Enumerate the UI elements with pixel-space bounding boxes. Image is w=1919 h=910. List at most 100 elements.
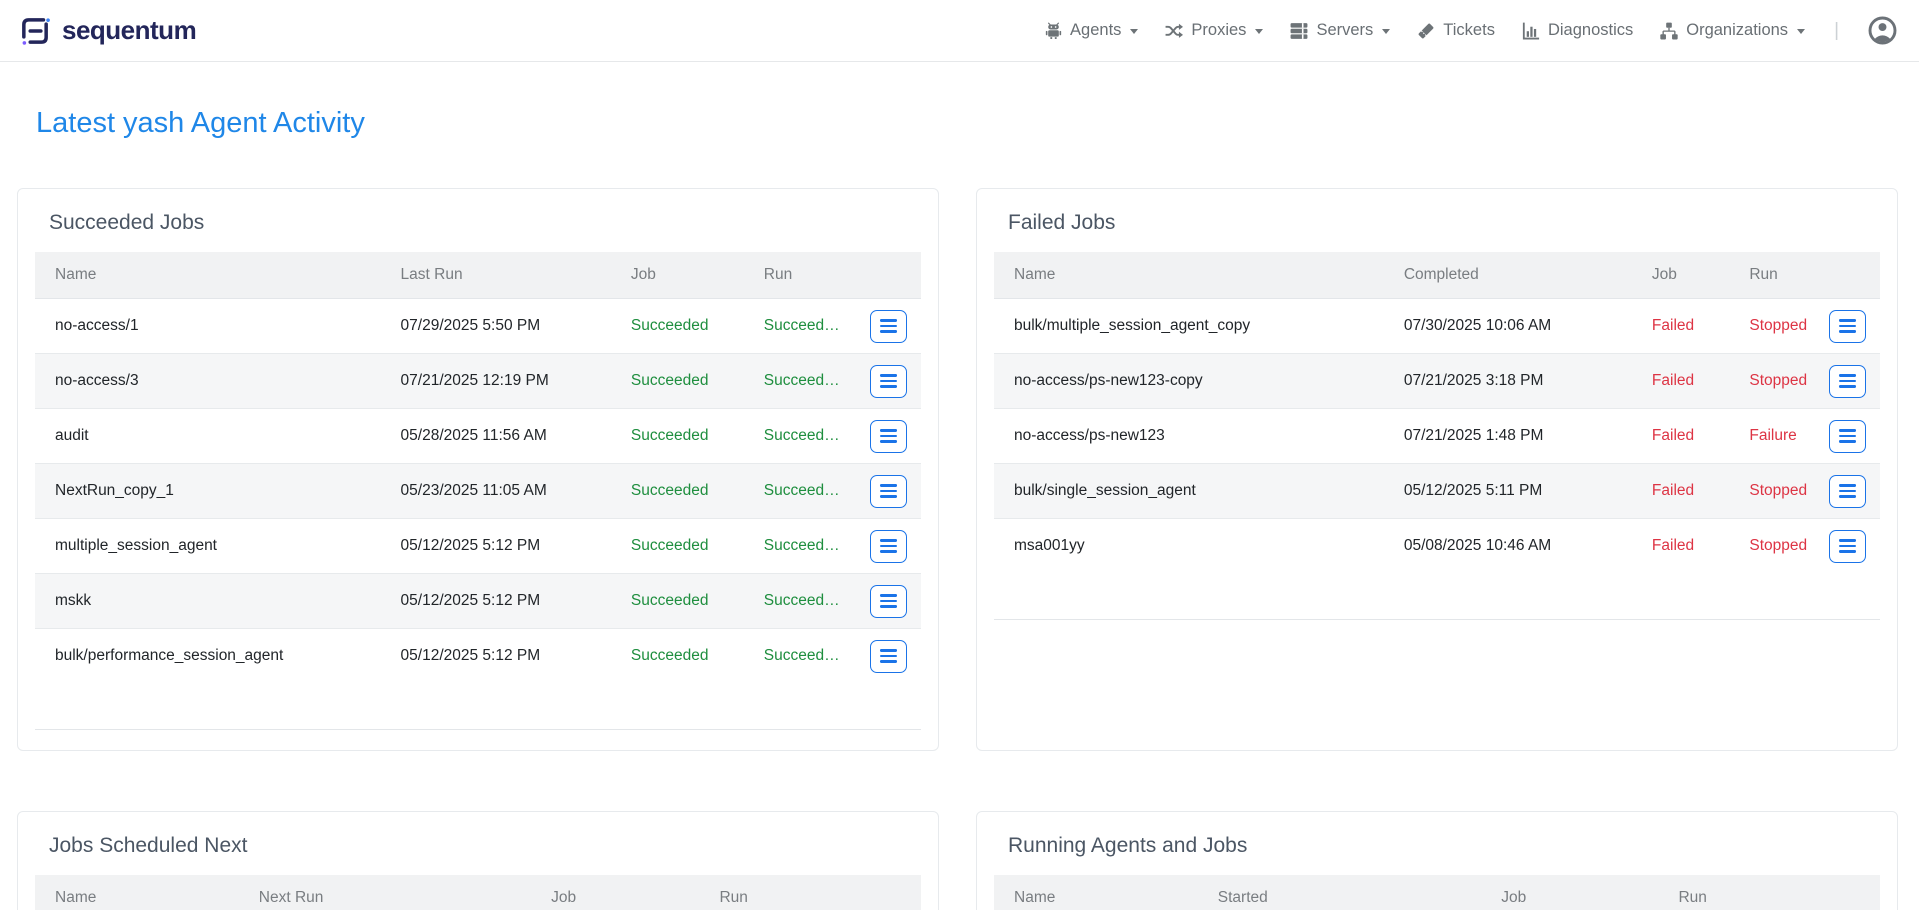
column-header: Next Run — [239, 875, 531, 910]
column-header-actions — [1818, 252, 1880, 299]
job-status-cell: Failed — [1632, 299, 1729, 354]
hamburger-icon — [1839, 374, 1856, 377]
actions-cell — [1818, 299, 1880, 354]
nav-servers[interactable]: Servers — [1290, 21, 1390, 40]
hamburger-icon — [880, 600, 897, 603]
hamburger-icon — [880, 380, 897, 383]
job-status-cell: Succeeded — [611, 574, 744, 629]
table-row: no-access/ps-new123-copy07/21/2025 3:18 … — [994, 354, 1880, 409]
hamburger-icon — [880, 319, 897, 322]
run-status-cell: Succeeded — [744, 299, 850, 354]
job-name-cell: mskk — [35, 574, 381, 629]
person-circle-icon — [1868, 16, 1897, 45]
hamburger-icon — [1839, 330, 1856, 333]
row-menu-button[interactable] — [870, 585, 907, 618]
table-row: mskk05/12/2025 5:12 PMSucceededSucceeded — [35, 574, 921, 629]
row-menu-button[interactable] — [870, 420, 907, 453]
row-menu-button[interactable] — [870, 640, 907, 673]
server-stack-icon — [1290, 22, 1308, 40]
hamburger-icon — [1839, 539, 1856, 542]
job-name-cell: bulk/multiple_session_agent_copy — [994, 299, 1384, 354]
ticket-icon — [1417, 22, 1435, 40]
row-menu-button[interactable] — [870, 310, 907, 343]
row-menu-button[interactable] — [870, 530, 907, 563]
failed-jobs-table: NameCompletedJobRunbulk/multiple_session… — [994, 252, 1880, 620]
hamburger-icon — [1839, 325, 1856, 328]
job-status-cell: Succeeded — [611, 409, 744, 464]
card-succeeded-jobs: Succeeded Jobs NameLast RunJobRunno-acce… — [17, 188, 939, 751]
table-row: NextRun_copy_105/23/2025 11:05 AMSucceed… — [35, 464, 921, 519]
column-header-actions — [850, 875, 921, 910]
run-status-cell: Succeeded — [744, 464, 850, 519]
run-status-cell: Succeeded — [744, 409, 850, 464]
row-menu-button[interactable] — [1829, 420, 1866, 453]
time-cell: 05/12/2025 5:12 PM — [381, 629, 611, 684]
chevron-down-icon — [1130, 29, 1138, 34]
column-header: Run — [1729, 252, 1818, 299]
column-header-actions — [850, 252, 921, 299]
hamburger-icon — [880, 539, 897, 542]
actions-cell — [1818, 409, 1880, 464]
job-name-cell: multiple_session_agent — [35, 519, 381, 574]
hamburger-icon — [880, 325, 897, 328]
run-status-cell: Stopped — [1729, 519, 1818, 574]
run-status-cell: Succeeded — [744, 574, 850, 629]
table-row: audit05/28/2025 11:56 AMSucceededSucceed… — [35, 409, 921, 464]
hamburger-icon — [1839, 550, 1856, 553]
chevron-down-icon — [1255, 29, 1263, 34]
jobs-scheduled-next-table: NameNext RunJobRunno-access/307/21/2025 … — [35, 875, 921, 910]
running-agents-jobs-table: NameStartedJobRunno-access/207/17/2025 9… — [994, 875, 1880, 910]
job-status-cell: Failed — [1632, 409, 1729, 464]
row-menu-button[interactable] — [1829, 475, 1866, 508]
table-row: msa001yy05/08/2025 10:46 AMFailedStopped — [994, 519, 1880, 574]
row-menu-button[interactable] — [1829, 365, 1866, 398]
hamburger-icon — [880, 660, 897, 663]
row-menu-button[interactable] — [870, 475, 907, 508]
job-status-cell: Succeeded — [611, 299, 744, 354]
card-title: Succeeded Jobs — [49, 211, 921, 235]
job-status-cell: Failed — [1632, 464, 1729, 519]
nav-agents[interactable]: Agents — [1045, 21, 1138, 40]
nav-diagnostics[interactable]: Diagnostics — [1522, 21, 1633, 40]
hamburger-icon — [880, 374, 897, 377]
card-title: Jobs Scheduled Next — [49, 834, 921, 858]
nav-label: Proxies — [1191, 21, 1246, 40]
column-header: Name — [994, 875, 1198, 910]
run-status-cell: Failure — [1729, 409, 1818, 464]
column-header: Completed — [1384, 252, 1632, 299]
hamburger-icon — [1839, 490, 1856, 493]
hamburger-icon — [880, 594, 897, 597]
succeeded-jobs-table: NameLast RunJobRunno-access/107/29/2025 … — [35, 252, 921, 730]
nav-tickets[interactable]: Tickets — [1417, 21, 1495, 40]
nav-divider: | — [1834, 20, 1839, 42]
hamburger-icon — [880, 545, 897, 548]
job-name-cell: bulk/performance_session_agent — [35, 629, 381, 684]
job-status-cell: Failed — [1632, 519, 1729, 574]
column-header: Name — [35, 875, 239, 910]
hamburger-icon — [1839, 484, 1856, 487]
table-row: bulk/single_session_agent05/12/2025 5:11… — [994, 464, 1880, 519]
row-menu-button[interactable] — [1829, 530, 1866, 563]
row-menu-button[interactable] — [870, 365, 907, 398]
actions-cell — [850, 574, 921, 629]
row-menu-button[interactable] — [1829, 310, 1866, 343]
column-header: Job — [1481, 875, 1658, 910]
nav-label: Tickets — [1443, 21, 1495, 40]
table-row: no-access/307/21/2025 12:19 PMSucceededS… — [35, 354, 921, 409]
time-cell: 07/21/2025 3:18 PM — [1384, 354, 1632, 409]
card-running-agents-jobs: Running Agents and Jobs NameStartedJobRu… — [976, 811, 1898, 910]
column-header: Last Run — [381, 252, 611, 299]
actions-cell — [850, 354, 921, 409]
actions-cell — [1818, 354, 1880, 409]
table-row: no-access/ps-new12307/21/2025 1:48 PMFai… — [994, 409, 1880, 464]
brand-logo[interactable]: sequentum — [18, 14, 196, 48]
card-title: Failed Jobs — [1008, 211, 1880, 235]
nav-organizations[interactable]: Organizations — [1660, 21, 1805, 40]
table-row: bulk/performance_session_agent05/12/2025… — [35, 629, 921, 684]
dashboard-grid: Succeeded Jobs NameLast RunJobRunno-acce… — [0, 188, 1919, 910]
nav-proxies[interactable]: Proxies — [1165, 21, 1263, 40]
hamburger-icon — [1839, 380, 1856, 383]
org-chart-icon — [1660, 22, 1678, 40]
user-menu-button[interactable] — [1868, 16, 1897, 45]
column-header: Started — [1198, 875, 1482, 910]
